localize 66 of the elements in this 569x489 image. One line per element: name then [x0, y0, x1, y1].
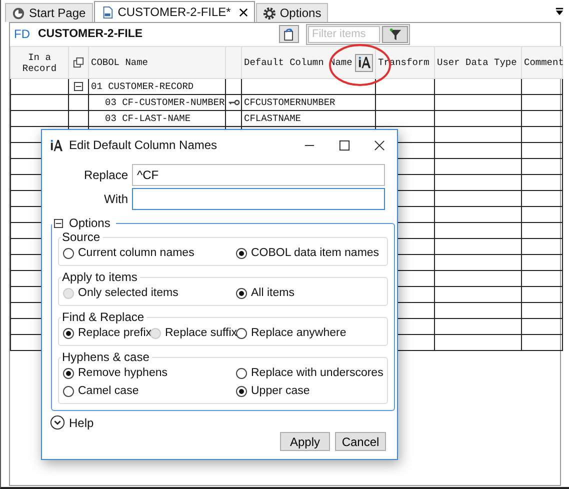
- dialog-button[interactable]: Cancel: [335, 432, 386, 451]
- radio-label: Replace with underscores: [251, 367, 384, 379]
- fd-label: FD: [14, 27, 30, 41]
- radio-button[interactable]: [236, 386, 247, 396]
- radio-label: Replace anywhere: [251, 327, 346, 339]
- radio-button[interactable]: [63, 328, 74, 338]
- radio-button[interactable]: [63, 248, 74, 258]
- column-header: COBOL Name: [91, 57, 148, 68]
- file-title: CUSTOMER-2-FILE: [38, 28, 143, 40]
- radio-button[interactable]: [63, 386, 74, 396]
- cobol-name-cell-text: 03 CF-CUSTOMER-NUMBER: [104, 97, 225, 108]
- gear-icon: [262, 6, 276, 20]
- radio-label: Current column names: [78, 247, 194, 259]
- cobol-name-cell: 01 CUSTOMER-RECORD: [91, 81, 194, 92]
- radio-label: COBOL data item names: [251, 247, 380, 259]
- column-header: In a Record: [22, 52, 57, 74]
- default-name-cell: CFCUSTOMERNUMBER: [244, 97, 336, 108]
- radio-label: Only selected items: [78, 287, 178, 299]
- group-title: Source: [62, 230, 100, 244]
- expand-icon[interactable]: [50, 415, 65, 430]
- radio-label: All items: [251, 287, 294, 299]
- radio-label: Remove hyphens: [78, 367, 168, 379]
- filter-button[interactable]: [382, 26, 408, 42]
- group-title: Apply to items: [62, 270, 138, 284]
- radio-label: Replace prefix: [78, 327, 152, 339]
- text-field[interactable]: ^CF: [132, 164, 385, 186]
- column-header: Comment: [524, 57, 564, 68]
- document-tab[interactable]: Start Page: [5, 3, 93, 22]
- radio-label: Camel case: [78, 385, 139, 397]
- document-tab[interactable]: Options: [256, 3, 328, 22]
- refresh-button[interactable]: [279, 25, 299, 43]
- file-icon: [100, 6, 114, 18]
- default-name-cell: CFLASTNAME: [244, 113, 302, 124]
- radio-label: Upper case: [251, 385, 310, 397]
- field-label: Replace: [82, 168, 128, 182]
- text-field[interactable]: [132, 188, 385, 210]
- radio-button[interactable]: [236, 288, 247, 298]
- help-label: Help: [69, 416, 94, 430]
- radio-button[interactable]: [236, 328, 247, 338]
- field-label: With: [103, 192, 128, 206]
- collapse-icon[interactable]: [74, 82, 83, 91]
- column-header: User Data Type: [437, 57, 517, 68]
- dialog-button[interactable]: Apply: [280, 432, 330, 451]
- edit-names-button[interactable]: [355, 54, 373, 72]
- close-icon[interactable]: [374, 140, 385, 150]
- document-icon: [282, 27, 296, 41]
- close-icon[interactable]: [238, 8, 248, 16]
- collapse-icon[interactable]: [54, 218, 63, 228]
- dialog-title: Edit Default Column Names: [69, 138, 218, 152]
- dialog-icon: [50, 138, 63, 152]
- maximize-icon[interactable]: [339, 140, 350, 150]
- radio-button[interactable]: [236, 248, 247, 258]
- copy-icon[interactable]: [73, 57, 84, 68]
- filter-icon: [388, 28, 402, 40]
- dropdown-arrow-icon[interactable]: [555, 7, 564, 16]
- radio-button[interactable]: [63, 368, 74, 378]
- filter-field[interactable]: Filter items: [308, 26, 380, 42]
- cobol-name-cell-text: 03 CF-LAST-NAME: [104, 113, 191, 124]
- radio-button[interactable]: [236, 368, 247, 378]
- radio-label: Replace suffix: [165, 327, 238, 339]
- document-tab[interactable]: CUSTOMER-2-FILE*: [94, 1, 255, 22]
- group-title: Hyphens & case: [62, 350, 150, 364]
- start-page-icon: [12, 6, 25, 20]
- text-icon: [358, 56, 370, 69]
- group-title: Find & Replace: [62, 310, 144, 324]
- options-label: Options: [69, 216, 110, 230]
